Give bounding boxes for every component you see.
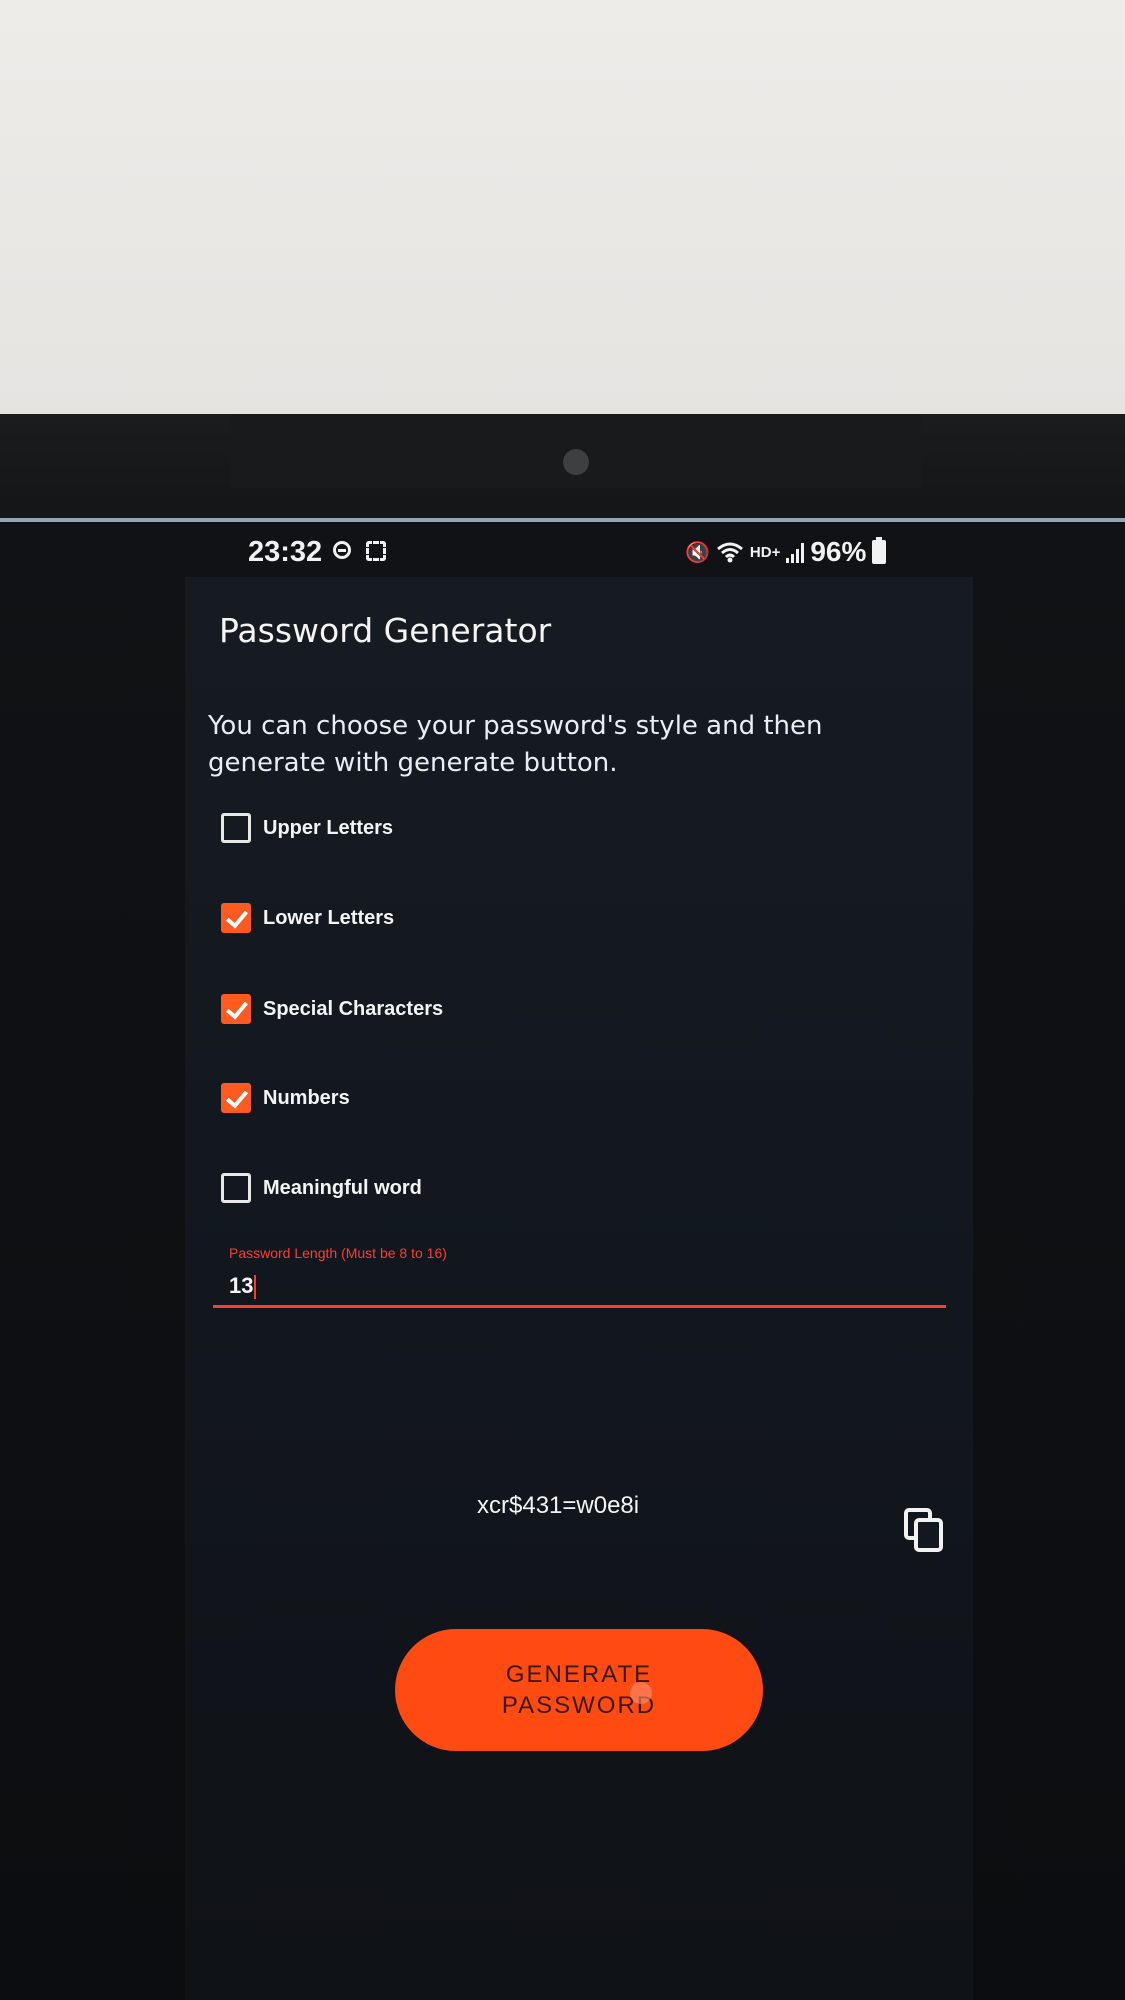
wall-background bbox=[0, 0, 1125, 416]
device-bezel bbox=[0, 414, 1125, 522]
checkbox-special-characters[interactable] bbox=[221, 994, 251, 1024]
option-label: Upper Letters bbox=[263, 816, 394, 839]
checkbox-upper-letters[interactable] bbox=[221, 813, 251, 843]
generate-password-button[interactable]: GENERATE PASSWORD bbox=[395, 1629, 763, 1751]
description-text: You can choose your password's style and… bbox=[208, 711, 823, 778]
password-length-label: Password Length (Must be 8 to 16) bbox=[229, 1245, 447, 1261]
password-generator-app: Password Generator You can choose your p… bbox=[185, 577, 973, 2000]
input-underline bbox=[213, 1305, 946, 1308]
network-label: HD+ bbox=[749, 543, 781, 561]
status-indicators: 🔇 HD+ 96% bbox=[685, 536, 887, 568]
password-length-value: 13 bbox=[229, 1273, 254, 1298]
status-bar: 23:32 🔇 HD+ 96% bbox=[190, 530, 925, 576]
checkbox-lower-letters[interactable] bbox=[221, 903, 251, 933]
option-numbers[interactable]: Numbers bbox=[221, 1080, 350, 1116]
generate-button-line1: GENERATE bbox=[505, 1661, 653, 1688]
password-length-field[interactable]: Password Length (Must be 8 to 16) 13 bbox=[213, 1245, 946, 1309]
touch-indicator bbox=[630, 1682, 652, 1704]
status-clock: 23:32 bbox=[248, 536, 323, 568]
password-length-input[interactable]: 13 bbox=[229, 1273, 257, 1300]
app-title: Password Generator bbox=[219, 611, 552, 650]
wifi-icon bbox=[716, 542, 743, 563]
option-special-characters[interactable]: Special Characters bbox=[221, 991, 443, 1027]
mute-icon: 🔇 bbox=[685, 541, 710, 564]
option-meaningful-word[interactable]: Meaningful word bbox=[221, 1170, 422, 1206]
camera-icon bbox=[563, 449, 589, 475]
option-label: Numbers bbox=[263, 1086, 350, 1109]
do-not-disturb-icon bbox=[333, 541, 351, 559]
option-label: Meaningful word bbox=[263, 1176, 422, 1199]
option-lower-letters[interactable]: Lower Letters bbox=[221, 900, 394, 936]
text-caret bbox=[254, 1275, 257, 1300]
copy-icon[interactable] bbox=[903, 1507, 945, 1553]
option-label: Special Characters bbox=[263, 997, 444, 1020]
option-label: Lower Letters bbox=[263, 906, 395, 929]
battery-percentage: 96% bbox=[810, 536, 867, 567]
screenshot-icon bbox=[366, 541, 386, 561]
generated-password: xcr$431=w0e8i bbox=[477, 1492, 640, 1519]
signal-icon bbox=[786, 541, 805, 563]
checkbox-meaningful-word[interactable] bbox=[221, 1173, 251, 1203]
battery-icon bbox=[872, 537, 887, 564]
option-upper-letters[interactable]: Upper Letters bbox=[221, 810, 393, 846]
checkbox-numbers[interactable] bbox=[221, 1083, 251, 1113]
